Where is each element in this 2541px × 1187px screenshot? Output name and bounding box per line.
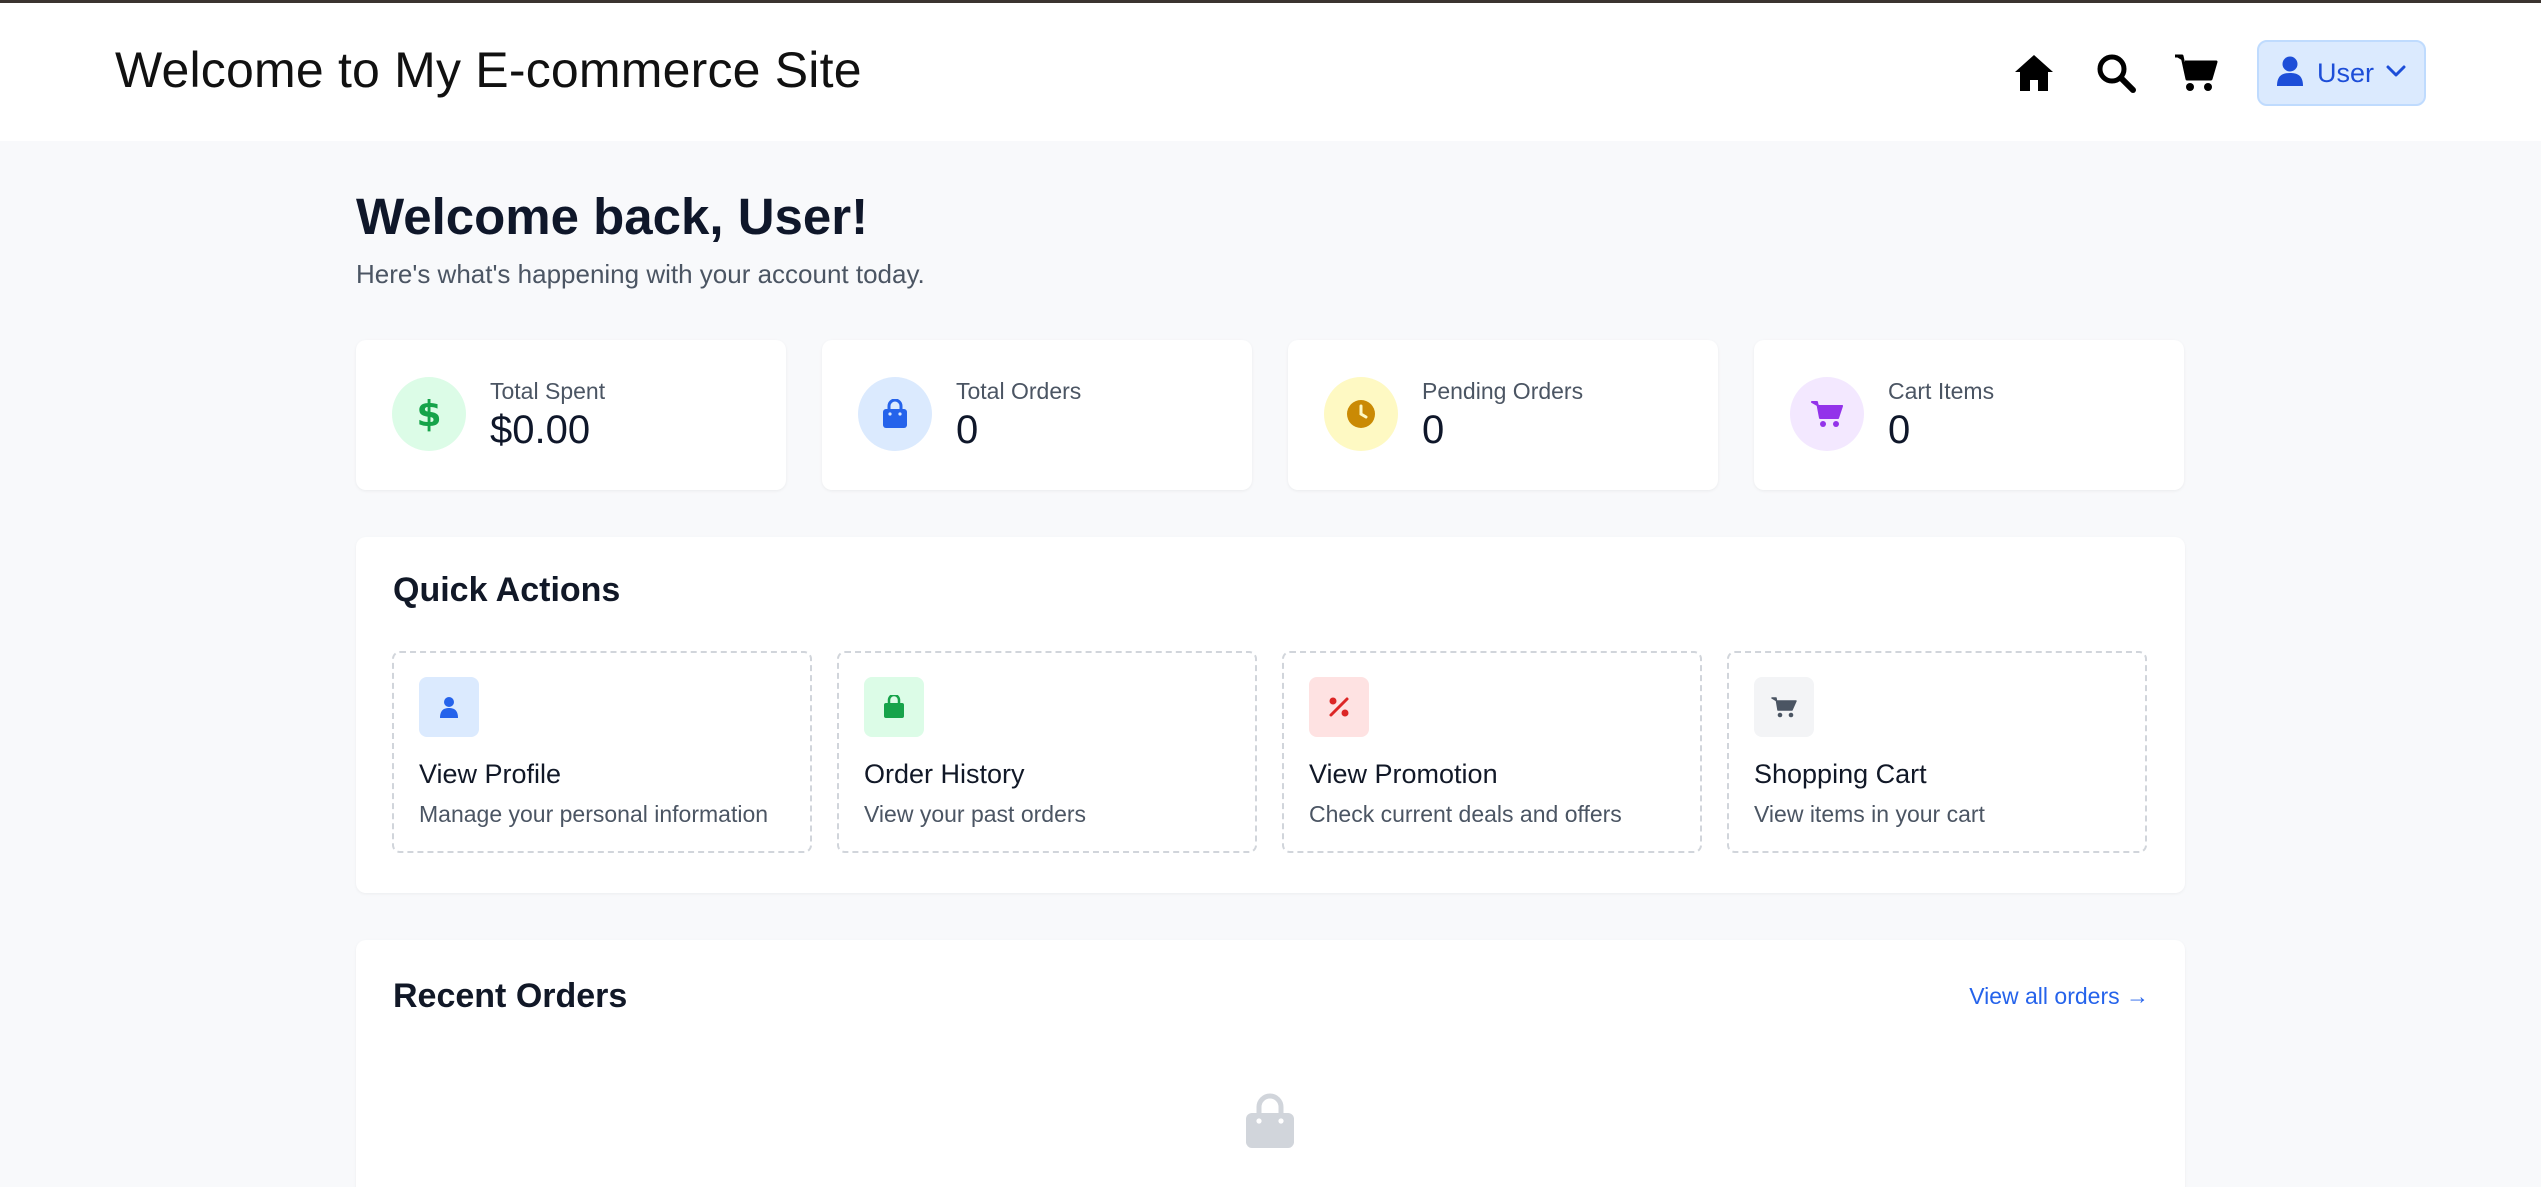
action-description: Check current deals and offers [1309,801,1622,827]
stat-label: Total Orders [956,378,1082,404]
stat-value: 0 [1422,408,1445,452]
stat-value: $0.00 [490,408,591,452]
action-shopping-cart[interactable]: Shopping Cart View items in your cart [1727,651,2147,853]
action-title: View Promotion [1309,759,1498,789]
site-title: Welcome to My E-commerce Site [115,42,862,98]
shopping-bag-icon [864,677,924,737]
view-all-orders-link[interactable]: View all orders → [1969,983,2149,1010]
stat-label: Cart Items [1888,378,1995,404]
recent-orders-title: Recent Orders [393,977,628,1015]
search-icon[interactable] [2094,51,2138,95]
shopping-bag-icon [1243,1093,1297,1154]
action-view-profile[interactable]: View Profile Manage your personal inform… [392,651,812,853]
stat-card-pending-orders: Pending Orders 0 [1288,340,1718,490]
cart-icon [1790,377,1864,451]
stat-label: Pending Orders [1422,378,1584,404]
quick-actions-title: Quick Actions [393,571,621,609]
stat-card-total-orders: Total Orders 0 [822,340,1252,490]
quick-actions-panel: Quick Actions View Profile Manage your p… [356,537,2185,893]
action-title: View Profile [419,759,562,789]
home-icon[interactable] [2012,51,2056,95]
user-menu-label: User [2317,57,2375,88]
welcome-subtitle: Here's what's happening with your accoun… [356,259,925,289]
site-header: Welcome to My E-commerce Site User [0,3,2541,141]
user-icon [2277,56,2303,91]
shopping-bag-icon [858,377,932,451]
user-menu-button[interactable]: User [2257,40,2426,106]
action-view-promotion[interactable]: View Promotion Check current deals and o… [1282,651,1702,853]
stat-label: Total Spent [490,378,606,404]
clock-icon [1324,377,1398,451]
action-order-history[interactable]: Order History View your past orders [837,651,1257,853]
stat-value: 0 [956,408,979,452]
welcome-heading: Welcome back, User! [356,188,869,245]
action-title: Shopping Cart [1754,759,1927,789]
user-icon [419,677,479,737]
chevron-down-icon [2386,64,2406,83]
action-description: View your past orders [864,801,1087,827]
dollar-icon: $ [392,377,466,451]
cart-icon [1754,677,1814,737]
stat-value: 0 [1888,408,1911,452]
stat-card-total-spent: $ Total Spent $0.00 [356,340,786,490]
svg-text:$: $ [417,394,441,434]
action-description: Manage your personal information [419,801,769,827]
action-title: Order History [864,759,1025,789]
cart-icon[interactable] [2174,51,2218,95]
percent-icon [1309,677,1369,737]
stat-card-cart-items: Cart Items 0 [1754,340,2184,490]
recent-orders-panel: Recent Orders View all orders → [356,940,2185,1187]
action-description: View items in your cart [1754,801,1985,827]
